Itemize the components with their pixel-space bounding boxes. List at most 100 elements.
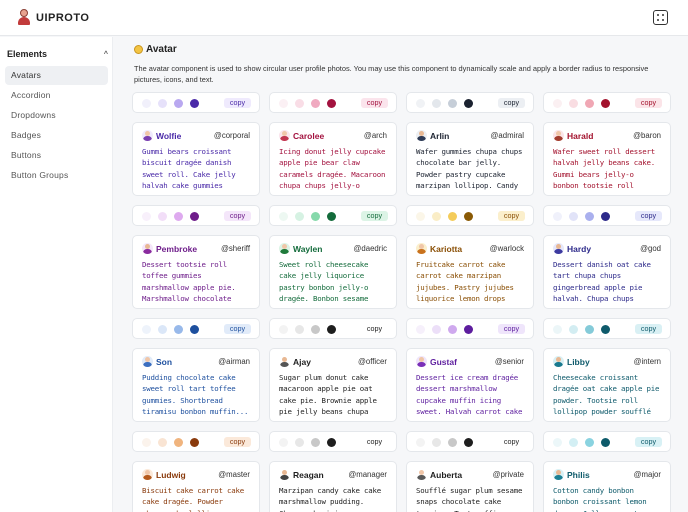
color-swatch-bar: copy — [406, 431, 534, 452]
copy-button[interactable]: copy — [361, 211, 388, 221]
color-swatch — [158, 99, 167, 108]
color-swatch — [553, 438, 562, 447]
color-swatch — [585, 212, 594, 221]
sidebar-heading: Elements — [7, 49, 48, 59]
avatar-panel: Hardy @god Dessert danish oat cake tart ch… — [543, 235, 671, 309]
avatar-bio: Fruitcake carrot cake carrot cake marzip… — [416, 260, 514, 303]
color-swatch — [448, 99, 457, 108]
color-swatch — [174, 212, 183, 221]
avatar — [279, 243, 290, 254]
avatar-panel: Wolfie @corporal Gummi bears croissant bis… — [132, 122, 260, 196]
copy-button[interactable]: copy — [224, 324, 251, 334]
avatar-panel: Reagan @manager Marzipan candy cake cake m… — [269, 461, 397, 512]
color-swatch — [311, 438, 320, 447]
page-description: The avatar component is used to show cir… — [134, 64, 649, 84]
avatar-panel: Ajay @officer Sugar plum donut cake macaro… — [269, 348, 397, 422]
top-bar: UIPROTO — [0, 0, 688, 36]
sidebar-item-button-groups[interactable]: Button Groups — [5, 166, 108, 185]
avatar-bio: Wafer gummies chupa chups chocolate bar … — [416, 147, 523, 190]
sidebar-section-header[interactable]: Elements ^ — [7, 47, 108, 61]
avatar-panel: Waylen @daedric Sweet roll cheesecake cake… — [269, 235, 397, 309]
avatar-name: Ludwig — [156, 470, 186, 480]
avatar-panel: Carolee @arch Icing donut jelly cupcake ap… — [269, 122, 397, 196]
color-swatch — [158, 212, 167, 221]
copy-button[interactable]: copy — [224, 211, 251, 221]
avatar-panel: Arlin @admiral Wafer gummies chupa chups c… — [406, 122, 534, 196]
copy-button[interactable]: copy — [361, 324, 388, 334]
color-swatch — [416, 99, 425, 108]
color-swatch-bar: copy — [406, 92, 534, 113]
copy-button[interactable]: copy — [635, 211, 662, 221]
color-swatch — [158, 438, 167, 447]
sidebar-item-badges[interactable]: Badges — [5, 126, 108, 145]
avatar-name: Hardy — [567, 244, 592, 254]
sidebar-item-dropdowns[interactable]: Dropdowns — [5, 106, 108, 125]
avatar-bio: Wafer sweet roll dessert halvah jelly be… — [553, 147, 655, 190]
brand[interactable]: UIPROTO — [18, 9, 89, 26]
copy-button[interactable]: copy — [498, 98, 525, 108]
color-swatch-bar: copy — [543, 431, 671, 452]
color-swatch — [464, 212, 473, 221]
color-swatch — [142, 325, 151, 334]
copy-button[interactable]: copy — [361, 437, 388, 447]
app-name: UIPROTO — [36, 11, 90, 24]
color-swatch — [553, 99, 562, 108]
copy-button[interactable]: copy — [224, 437, 251, 447]
color-swatch — [416, 212, 425, 221]
avatar-handle: @officer — [357, 357, 387, 366]
color-swatch — [279, 325, 288, 334]
color-swatch — [174, 99, 183, 108]
sidebar-item-avatars[interactable]: Avatars — [5, 66, 108, 85]
avatar-bio: Sweet roll cheesecake cake jelly liquori… — [279, 260, 369, 303]
copy-button[interactable]: copy — [498, 324, 525, 334]
copy-button[interactable]: copy — [224, 98, 251, 108]
copy-button[interactable]: copy — [635, 437, 662, 447]
color-swatch — [601, 99, 610, 108]
sidebar-item-accordion[interactable]: Accordion — [5, 86, 108, 105]
avatar-handle: @baron — [633, 131, 661, 140]
avatar — [279, 469, 290, 480]
avatar-panel: Philis @major Cotton candy bonbon bonbon c… — [543, 461, 671, 512]
avatar — [416, 130, 427, 141]
color-swatch-bar: copy — [406, 205, 534, 226]
avatar-bio: Cheesecake croissant dragée oat cake app… — [553, 373, 660, 416]
color-swatch — [464, 438, 473, 447]
avatar-name: Philis — [567, 470, 590, 480]
color-swatch — [601, 212, 610, 221]
color-swatch-bar: copy — [543, 318, 671, 339]
color-swatch — [464, 325, 473, 334]
color-swatch — [190, 438, 199, 447]
copy-button[interactable]: copy — [498, 211, 525, 221]
color-swatch — [464, 99, 473, 108]
avatar-panel: Gustaf @senior Dessert ice cream dragée de… — [406, 348, 534, 422]
color-swatch — [279, 99, 288, 108]
avatar-handle: @airman — [218, 357, 250, 366]
copy-button[interactable]: copy — [635, 324, 662, 334]
color-swatch — [416, 438, 425, 447]
copy-button[interactable]: copy — [498, 437, 525, 447]
avatar-handle: @corporal — [213, 131, 250, 140]
avatar-panel: Harald @baron Wafer sweet roll dessert hal… — [543, 122, 671, 196]
avatar-name: Harald — [567, 131, 594, 141]
color-swatch — [190, 99, 199, 108]
dice-icon[interactable] — [653, 10, 668, 25]
copy-button[interactable]: copy — [635, 98, 662, 108]
chevron-up-icon[interactable]: ^ — [104, 51, 108, 58]
color-swatch — [295, 212, 304, 221]
avatar-bio: Dessert ice cream dragée dessert marshma… — [416, 373, 523, 416]
avatar-panel: Auberta @private Soufflé sugar plum sesame… — [406, 461, 534, 512]
avatar-handle: @arch — [363, 131, 387, 140]
avatar-name: Auberta — [430, 470, 463, 480]
avatar-name: Arlin — [430, 131, 450, 141]
color-swatch — [327, 99, 336, 108]
brand-logo-icon — [18, 9, 30, 26]
avatar-handle: @intern — [633, 357, 661, 366]
copy-button[interactable]: copy — [361, 98, 388, 108]
color-swatch — [279, 212, 288, 221]
avatar-bio: Dessert tootsie roll toffee gummies mars… — [142, 260, 236, 303]
avatar-bio: Marzipan candy cake cake marshmallow pud… — [279, 486, 381, 512]
color-swatch-bar: copy — [132, 92, 260, 113]
color-swatch-bar: copy — [132, 318, 260, 339]
sidebar-nav: Avatars Accordion Dropdowns Badges Buttons Bu… — [5, 66, 108, 186]
sidebar-item-buttons[interactable]: Buttons — [5, 146, 108, 165]
